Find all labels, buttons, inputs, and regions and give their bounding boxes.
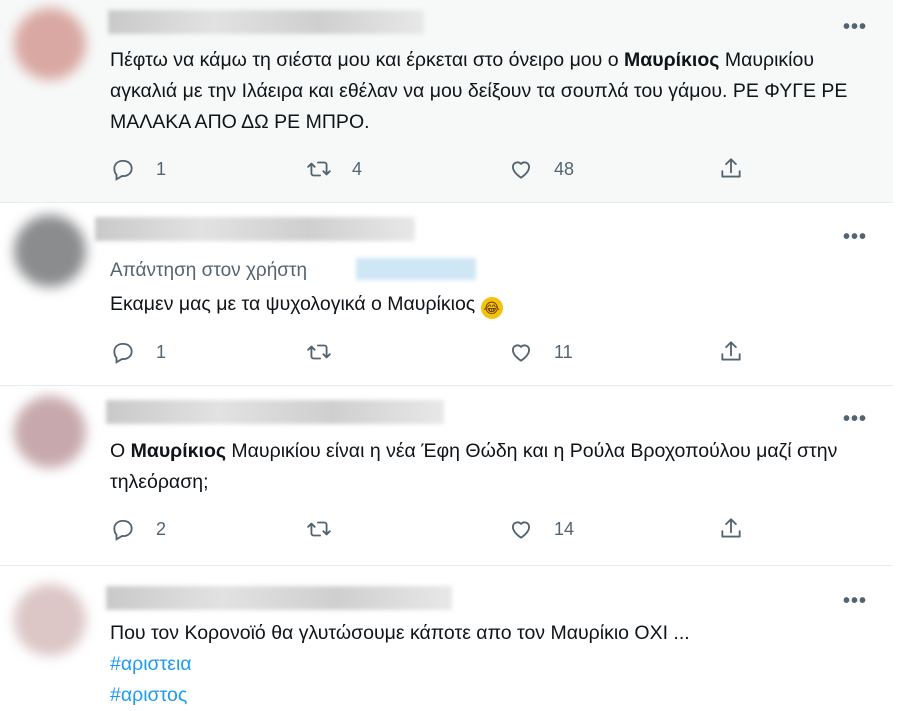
like-icon <box>511 521 531 539</box>
like-button[interactable]: 48 <box>508 156 574 182</box>
retweet-icon <box>307 344 331 360</box>
tweet-2[interactable]: ••• Απάντηση στον χρήστη Εκαμεν μας με τ… <box>0 203 893 386</box>
tweet-1[interactable]: ••• Πέφτω να κάμω τη σιέστα μου και έρκε… <box>0 0 893 203</box>
tweet-actions: 1 4 48 <box>110 156 770 186</box>
like-count: 14 <box>554 518 575 539</box>
tweet-4[interactable]: ••• Που τον Κορονοϊό θα γλυτώσουμε κάποτ… <box>0 566 893 706</box>
more-icon[interactable]: ••• <box>843 590 867 613</box>
more-icon[interactable]: ••• <box>843 408 867 431</box>
reply-icon <box>113 342 133 364</box>
hashtag-link[interactable]: #αριστεια <box>110 649 853 680</box>
user-name-blurred[interactable] <box>108 10 424 34</box>
tweet-text-bold: Μαυρίκιος <box>130 440 226 462</box>
reply-to-label: Απάντηση στον χρήστη <box>110 260 308 281</box>
reply-count: 1 <box>156 341 167 362</box>
share-button[interactable] <box>718 516 744 542</box>
avatar[interactable] <box>14 396 86 468</box>
tweet-text: Που τον Κορονοϊό θα γλυτώσουμε κάποτε απ… <box>110 618 853 711</box>
like-button[interactable]: 11 <box>508 339 573 365</box>
share-icon <box>721 341 741 361</box>
reply-count: 1 <box>156 158 167 179</box>
share-button[interactable] <box>718 339 744 365</box>
tweet-text-pre: Ο <box>110 440 131 462</box>
like-count: 48 <box>554 158 575 179</box>
retweet-icon <box>307 161 331 177</box>
tweet-text-body: Εκαμεν μας με τα ψυχολογικά ο Μαυρίκιος <box>110 293 476 315</box>
rofl-emoji: 😂 <box>480 297 503 319</box>
like-icon <box>511 161 531 179</box>
retweet-button[interactable]: 4 <box>306 156 362 182</box>
tweet-3[interactable]: ••• Ο Μαυρίκιος Μαυρικίου είναι η νέα Έφ… <box>0 386 893 566</box>
reply-button[interactable]: 2 <box>110 516 166 542</box>
reply-count: 2 <box>156 518 167 539</box>
avatar[interactable] <box>14 215 86 287</box>
reply-icon <box>113 159 133 181</box>
reply-icon <box>113 519 133 541</box>
more-icon[interactable]: ••• <box>843 16 867 39</box>
tweet-text: Εκαμεν μας με τα ψυχολογικά ο Μαυρίκιος … <box>110 289 853 320</box>
share-icon <box>721 158 741 178</box>
like-icon <box>511 344 531 362</box>
retweet-count: 4 <box>352 158 363 179</box>
hashtag-link[interactable]: #αριστος <box>110 680 853 711</box>
like-button[interactable]: 14 <box>508 516 574 542</box>
avatar[interactable] <box>14 584 86 656</box>
avatar[interactable] <box>14 8 86 80</box>
tweet-actions: 1 11 <box>110 339 770 369</box>
tweet-text-body: Που τον Κορονοϊό θα γλυτώσουμε κάποτε απ… <box>110 622 690 644</box>
retweet-button[interactable] <box>306 516 332 542</box>
tweet-text-pre: Πέφτω να κάμω τη σιέστα μου και έρκεται … <box>110 49 624 71</box>
tweet-text: Ο Μαυρίκιος Μαυρικίου είναι η νέα Έφη Θώ… <box>110 436 853 498</box>
user-name-blurred[interactable] <box>106 586 452 610</box>
reply-to-line: Απάντηση στον χρήστη <box>110 260 307 282</box>
reply-to-handle-blurred[interactable] <box>356 258 476 280</box>
retweet-icon <box>307 521 331 537</box>
reply-button[interactable]: 1 <box>110 156 166 182</box>
user-name-blurred[interactable] <box>106 400 444 424</box>
share-icon <box>721 518 741 538</box>
reply-button[interactable]: 1 <box>110 339 166 365</box>
tweet-text-bold: Μαυρίκιος <box>624 49 720 71</box>
user-name-blurred[interactable] <box>95 217 415 241</box>
more-icon[interactable]: ••• <box>843 226 867 249</box>
tweet-text: Πέφτω να κάμω τη σιέστα μου και έρκεται … <box>110 45 853 138</box>
share-button[interactable] <box>718 156 744 182</box>
retweet-button[interactable] <box>306 339 332 365</box>
like-count: 11 <box>554 341 573 362</box>
tweet-actions: 2 14 <box>110 516 770 546</box>
